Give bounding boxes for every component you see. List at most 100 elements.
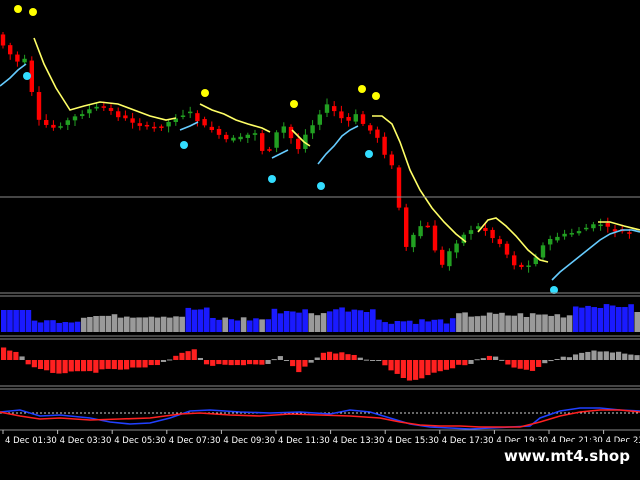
low-marker-dot: [317, 182, 325, 190]
histogram-bar: [536, 360, 542, 367]
histogram-bar: [234, 320, 241, 332]
histogram-bar: [517, 360, 523, 369]
histogram-bar: [210, 360, 216, 366]
candle-body: [288, 126, 294, 139]
candle-body: [58, 126, 63, 128]
histogram-bar: [154, 317, 161, 332]
histogram-bar: [124, 360, 130, 370]
histogram-bar: [505, 360, 511, 365]
histogram-bar: [25, 360, 31, 365]
histogram-bar: [560, 356, 566, 360]
candle-body: [497, 239, 502, 244]
histogram-bar: [19, 310, 26, 332]
histogram-bar: [265, 319, 272, 332]
price-chart: 4 Dec 01:30 4 Dec 03:30 4 Dec 05:30 4 Dec 0…: [0, 0, 640, 480]
candle-body: [468, 230, 474, 234]
histogram-bar: [376, 360, 382, 361]
histogram-bar: [7, 350, 13, 360]
candle-body: [216, 128, 222, 135]
histogram-bar: [572, 306, 579, 332]
candle-body: [144, 124, 150, 127]
histogram-bar: [290, 311, 296, 332]
histogram-bar: [333, 353, 339, 360]
candle-body: [130, 118, 135, 123]
candle-body: [87, 109, 92, 114]
histogram-bar: [363, 359, 370, 361]
histogram-bar: [74, 321, 81, 332]
histogram-bar: [591, 350, 597, 360]
histogram-bar: [222, 317, 228, 332]
candle-body: [454, 243, 459, 253]
candle-body: [188, 111, 193, 114]
histogram-bar: [173, 316, 179, 332]
histogram-bar: [62, 322, 69, 332]
histogram-bar: [296, 312, 302, 332]
histogram-bar: [357, 310, 364, 332]
histogram-bar: [345, 354, 351, 360]
histogram-bar: [87, 360, 93, 372]
histogram-bar: [628, 354, 634, 360]
histogram-bar: [265, 360, 271, 364]
candle-body: [195, 113, 200, 122]
histogram-bar: [468, 360, 474, 364]
histogram-bar: [160, 360, 167, 362]
candle-body: [526, 265, 531, 267]
histogram-bar: [345, 311, 351, 332]
histogram-bar: [400, 360, 406, 379]
histogram-bar: [87, 316, 93, 332]
histogram-bar: [234, 360, 240, 366]
histogram-bar: [68, 322, 75, 332]
histogram-bar: [499, 359, 505, 361]
histogram-bar: [271, 359, 277, 361]
candle-body: [375, 129, 380, 138]
histogram-bar: [74, 360, 80, 372]
candle-body: [483, 227, 488, 231]
candle-body: [627, 232, 632, 234]
histogram-bar: [1, 310, 7, 332]
histogram-bar: [13, 310, 19, 332]
histogram-bar: [628, 304, 634, 332]
histogram-bar: [7, 310, 13, 332]
histogram-bar: [50, 320, 56, 332]
histogram-bar: [437, 319, 444, 332]
histogram-bar: [19, 356, 25, 360]
candle-body: [562, 233, 567, 237]
histogram-bar: [616, 307, 622, 332]
histogram-bar: [517, 313, 524, 332]
histogram-bar: [320, 313, 327, 332]
candle-body: [101, 106, 106, 108]
histogram-bar: [591, 307, 597, 332]
candle-body: [490, 229, 495, 239]
histogram-bar: [400, 321, 407, 332]
histogram-bar: [462, 312, 468, 332]
x-axis-tick-label: 4 Dec 07:30: [169, 436, 221, 446]
high-marker-dot: [201, 89, 209, 97]
histogram-bar: [425, 321, 431, 332]
candle-body: [440, 249, 445, 265]
histogram-bar: [277, 356, 283, 360]
histogram-bar: [296, 360, 302, 373]
high-marker-dot: [290, 100, 298, 108]
histogram-bar: [50, 360, 56, 373]
candle-body: [324, 104, 330, 113]
histogram-bar: [247, 360, 253, 365]
candle-body: [108, 108, 114, 111]
histogram-bar: [130, 317, 136, 332]
candle-body: [180, 115, 186, 117]
histogram-bar: [413, 323, 419, 332]
histogram-bar: [124, 316, 130, 332]
histogram-bar: [216, 360, 222, 365]
candle-body: [209, 126, 214, 130]
histogram-bar: [80, 317, 87, 332]
x-axis-tick-label: 4 Dec 01:30: [5, 436, 57, 446]
histogram-bar: [560, 317, 567, 332]
histogram-bar: [505, 315, 511, 332]
candle-body: [166, 121, 171, 127]
histogram-bar: [523, 316, 530, 332]
candle-body: [36, 92, 42, 120]
histogram-bar: [634, 355, 640, 360]
histogram-bar: [253, 360, 259, 365]
histogram-bar: [44, 320, 50, 332]
histogram-bar: [191, 349, 197, 360]
histogram-bar: [93, 316, 99, 332]
